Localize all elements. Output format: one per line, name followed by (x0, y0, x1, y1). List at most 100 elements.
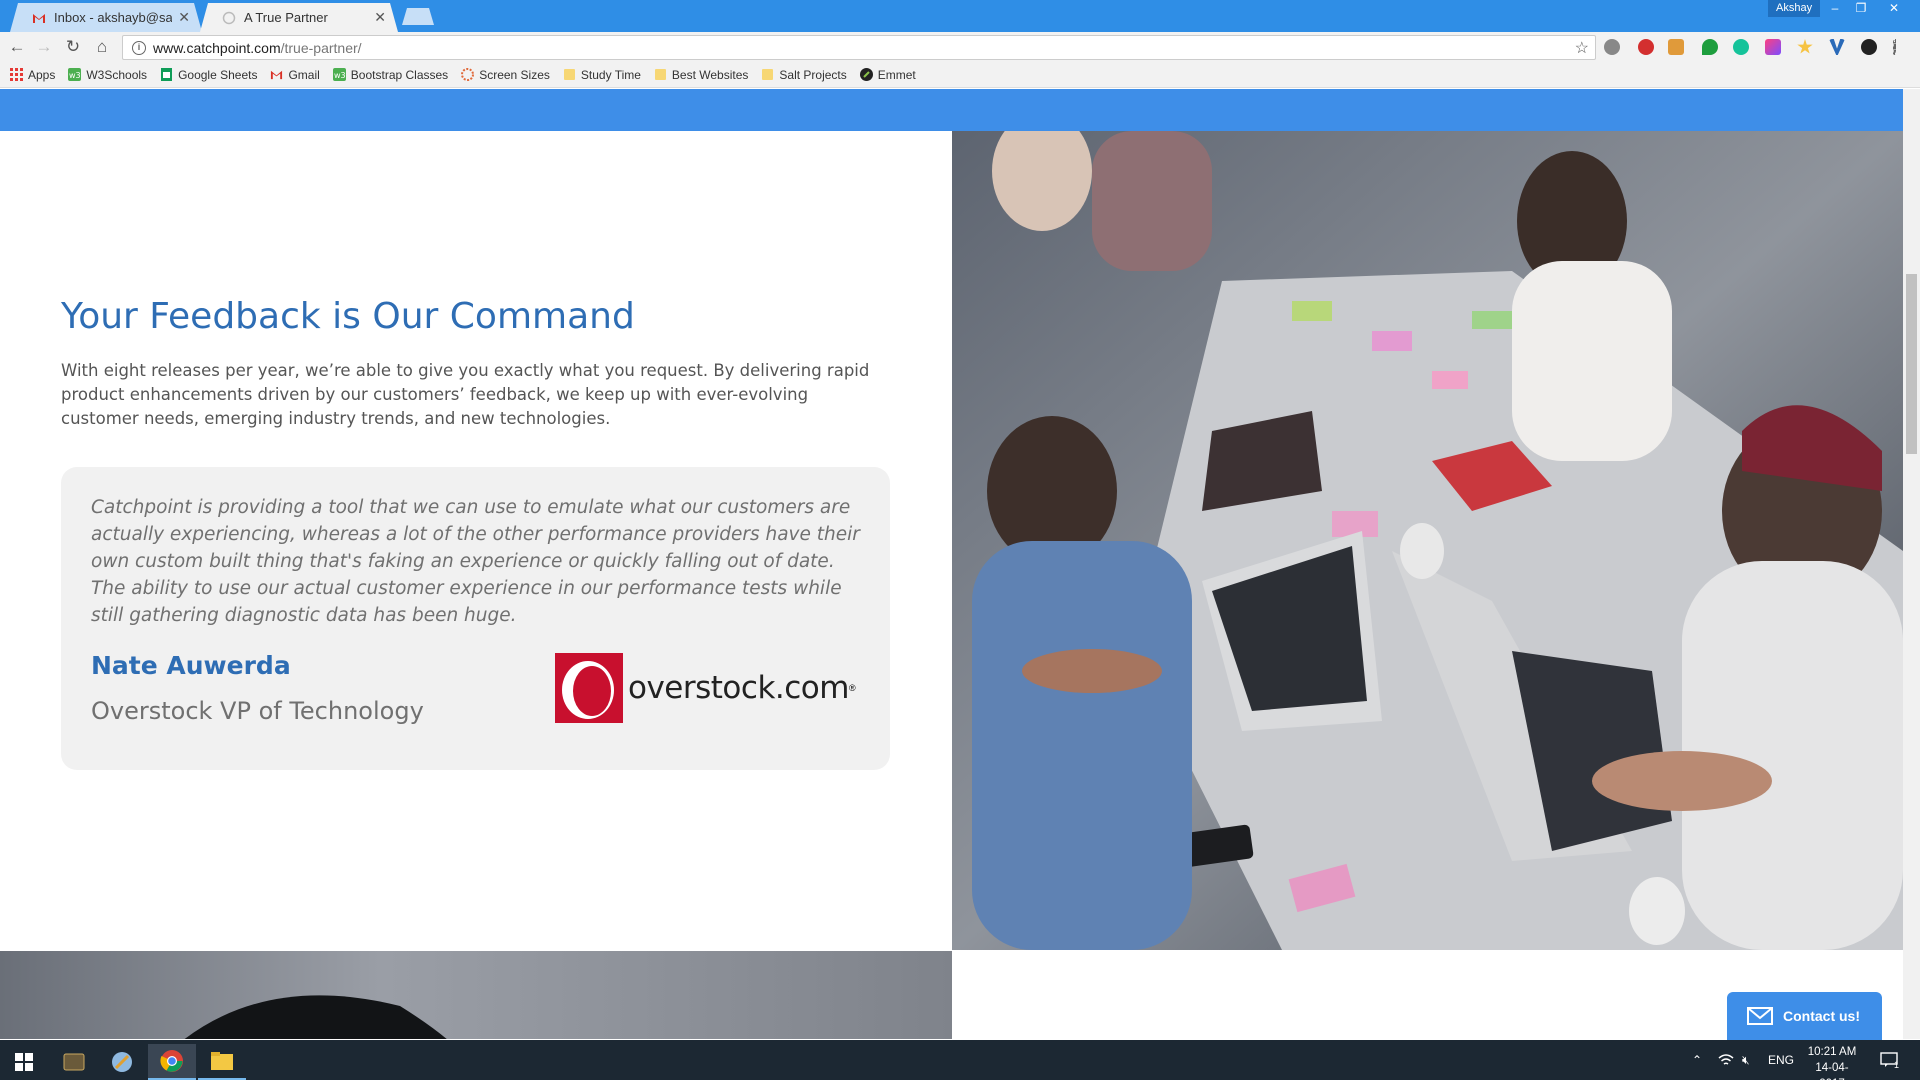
show-hidden-icons[interactable]: ⌃ (1692, 1040, 1702, 1080)
bookmark-apps[interactable]: Apps (10, 68, 55, 82)
bookmark-label: Salt Projects (779, 67, 847, 82)
folder-icon (654, 69, 666, 80)
svg-text:w3: w3 (69, 71, 81, 80)
svg-text:w3: w3 (334, 71, 346, 80)
sheets-icon (161, 68, 173, 81)
windows-taskbar: ⌃ 🔇︎ ENG 10:21 AM 14-04-2017 1 (0, 1040, 1920, 1090)
extension-color-icon[interactable] (1765, 39, 1781, 55)
bookmark-study-time[interactable]: Study Time (563, 68, 641, 82)
media-app-icon (63, 1053, 85, 1071)
contact-us-label: Contact us! (1783, 1008, 1860, 1024)
bookmark-salt-projects[interactable]: Salt Projects (761, 67, 847, 82)
file-explorer-icon (211, 1052, 233, 1070)
browser-toolbar: ← → ↻ ⌂ i www.catchpoint.com/true-partne… (0, 32, 1920, 62)
grammarly-icon[interactable] (1733, 39, 1749, 55)
folder-icon (762, 69, 774, 80)
action-center-icon[interactable]: 1 (1880, 1040, 1899, 1080)
tab-label: Inbox - akshayb@saltte (54, 10, 173, 25)
notification-count: 1 (1894, 1060, 1900, 1070)
new-tab-button[interactable] (402, 8, 434, 25)
taskbar-app-media[interactable] (50, 1044, 98, 1080)
bookmark-emmet[interactable]: Emmet (859, 68, 916, 82)
close-icon[interactable]: ✕ (374, 9, 386, 26)
menu-icon[interactable] (1893, 39, 1897, 55)
home-icon[interactable]: ⌂ (91, 36, 113, 58)
bookmark-best-websites[interactable]: Best Websites (654, 68, 748, 82)
section-paragraph: With eight releases per year, we’re able… (61, 361, 870, 428)
overstock-logo-text: overstock.com (628, 670, 849, 706)
testimonial-card: Catchpoint is providing a tool that we c… (61, 467, 890, 770)
bookmark-label: Gmail (288, 67, 320, 82)
restore-icon[interactable]: ❐ (1848, 0, 1874, 17)
page-loading-icon (222, 11, 236, 25)
envelope-icon (1747, 1007, 1773, 1025)
clock-time: 10:21 AM (1807, 1046, 1857, 1058)
minimize-icon[interactable]: – (1822, 0, 1848, 17)
reload-icon[interactable]: ↻ (62, 36, 84, 58)
start-button[interactable] (0, 1044, 48, 1080)
extension-pin-icon[interactable] (1702, 39, 1718, 55)
overstock-logo-mark (555, 653, 623, 723)
wifi-icon[interactable] (1718, 1040, 1734, 1080)
address-bar[interactable]: i www.catchpoint.com/true-partner/ ☆ (122, 35, 1596, 60)
bookmark-google-sheets[interactable]: Google Sheets (160, 68, 257, 82)
bookmark-w3schools[interactable]: w3 W3Schools (68, 68, 147, 82)
language-indicator[interactable]: ENG (1768, 1040, 1794, 1080)
emmet-icon (859, 68, 873, 81)
second-photo (0, 951, 952, 1039)
bookmark-label: Screen Sizes (479, 67, 550, 82)
profile-button[interactable]: Akshay (1768, 0, 1821, 17)
windows-logo-icon (15, 1053, 33, 1071)
bookmark-label: Study Time (580, 67, 641, 82)
bookmark-label: W3Schools (86, 67, 148, 82)
page-scrollbar[interactable] (1903, 89, 1920, 1039)
gmail-icon (271, 70, 283, 80)
team-photo (952, 131, 1903, 950)
site-header-bar (0, 89, 1903, 131)
folder-icon (563, 69, 575, 80)
tab-label: A True Partner (244, 10, 328, 25)
volume-mute-icon[interactable]: 🔇︎ (1742, 1040, 1750, 1080)
bookmark-bootstrap-classes[interactable]: w3 Bootstrap Classes (332, 67, 449, 82)
bookmark-gmail[interactable]: Gmail (270, 67, 320, 82)
bookmark-star-icon[interactable]: ☆ (1575, 38, 1589, 58)
tab-inbox[interactable]: Inbox - akshayb@saltte ✕ (10, 3, 202, 32)
bookmark-label: Bootstrap Classes (350, 67, 449, 82)
bookmark-screen-sizes[interactable]: Screen Sizes (461, 68, 550, 82)
paint-app-icon (112, 1052, 132, 1072)
extension-dark-icon[interactable] (1861, 39, 1877, 55)
extension-tag-icon[interactable] (1668, 39, 1684, 55)
url-host: www.catchpoint.com (153, 39, 281, 56)
taskbar-app-explorer[interactable] (198, 1044, 246, 1080)
apps-grid-icon (10, 68, 23, 81)
testimonial-quote: Catchpoint is providing a tool that we c… (91, 497, 860, 626)
browser-tabstrip: Inbox - akshayb@saltte ✕ A True Partner … (0, 0, 1920, 32)
bookmark-label: Best Websites (671, 67, 749, 82)
scrollbar-thumb[interactable] (1906, 274, 1917, 454)
bookmark-label: Google Sheets (178, 67, 258, 82)
section-heading: Your Feedback is Our Command (61, 296, 635, 337)
back-icon[interactable]: ← (6, 36, 28, 58)
contact-us-button[interactable]: Contact us! (1727, 992, 1882, 1040)
overstock-logo: overstock.com ® (555, 653, 856, 723)
w3schools-icon: w3 (332, 68, 346, 81)
taskbar-app-paint[interactable] (98, 1044, 146, 1080)
chrome-icon (160, 1050, 183, 1072)
registered-mark: ® (848, 683, 856, 693)
web-page: Your Feedback is Our Command With eight … (0, 89, 1903, 1039)
info-icon[interactable]: i (132, 40, 146, 55)
clock-date: 14-04-2017 (1815, 1062, 1849, 1090)
window-close-icon[interactable]: ✕ (1874, 0, 1914, 17)
testimonial-author: Nate Auwerda (91, 651, 291, 680)
bookmark-label: Apps (28, 67, 56, 82)
forward-icon[interactable]: → (33, 36, 55, 58)
close-icon[interactable]: ✕ (178, 9, 190, 26)
adblock-plus-icon[interactable] (1638, 39, 1654, 55)
taskbar-clock[interactable]: 10:21 AM 14-04-2017 (1804, 1044, 1860, 1092)
tab-a-true-partner[interactable]: A True Partner ✕ (200, 3, 398, 32)
team-photo-image (952, 131, 1903, 950)
taskbar-app-chrome[interactable] (148, 1044, 196, 1080)
extension-recycle-icon[interactable] (1604, 39, 1620, 55)
screen-sizes-icon (461, 68, 475, 81)
bookmarks-bar: Apps w3 W3Schools Google Sheets Gmail w3… (0, 62, 1920, 88)
